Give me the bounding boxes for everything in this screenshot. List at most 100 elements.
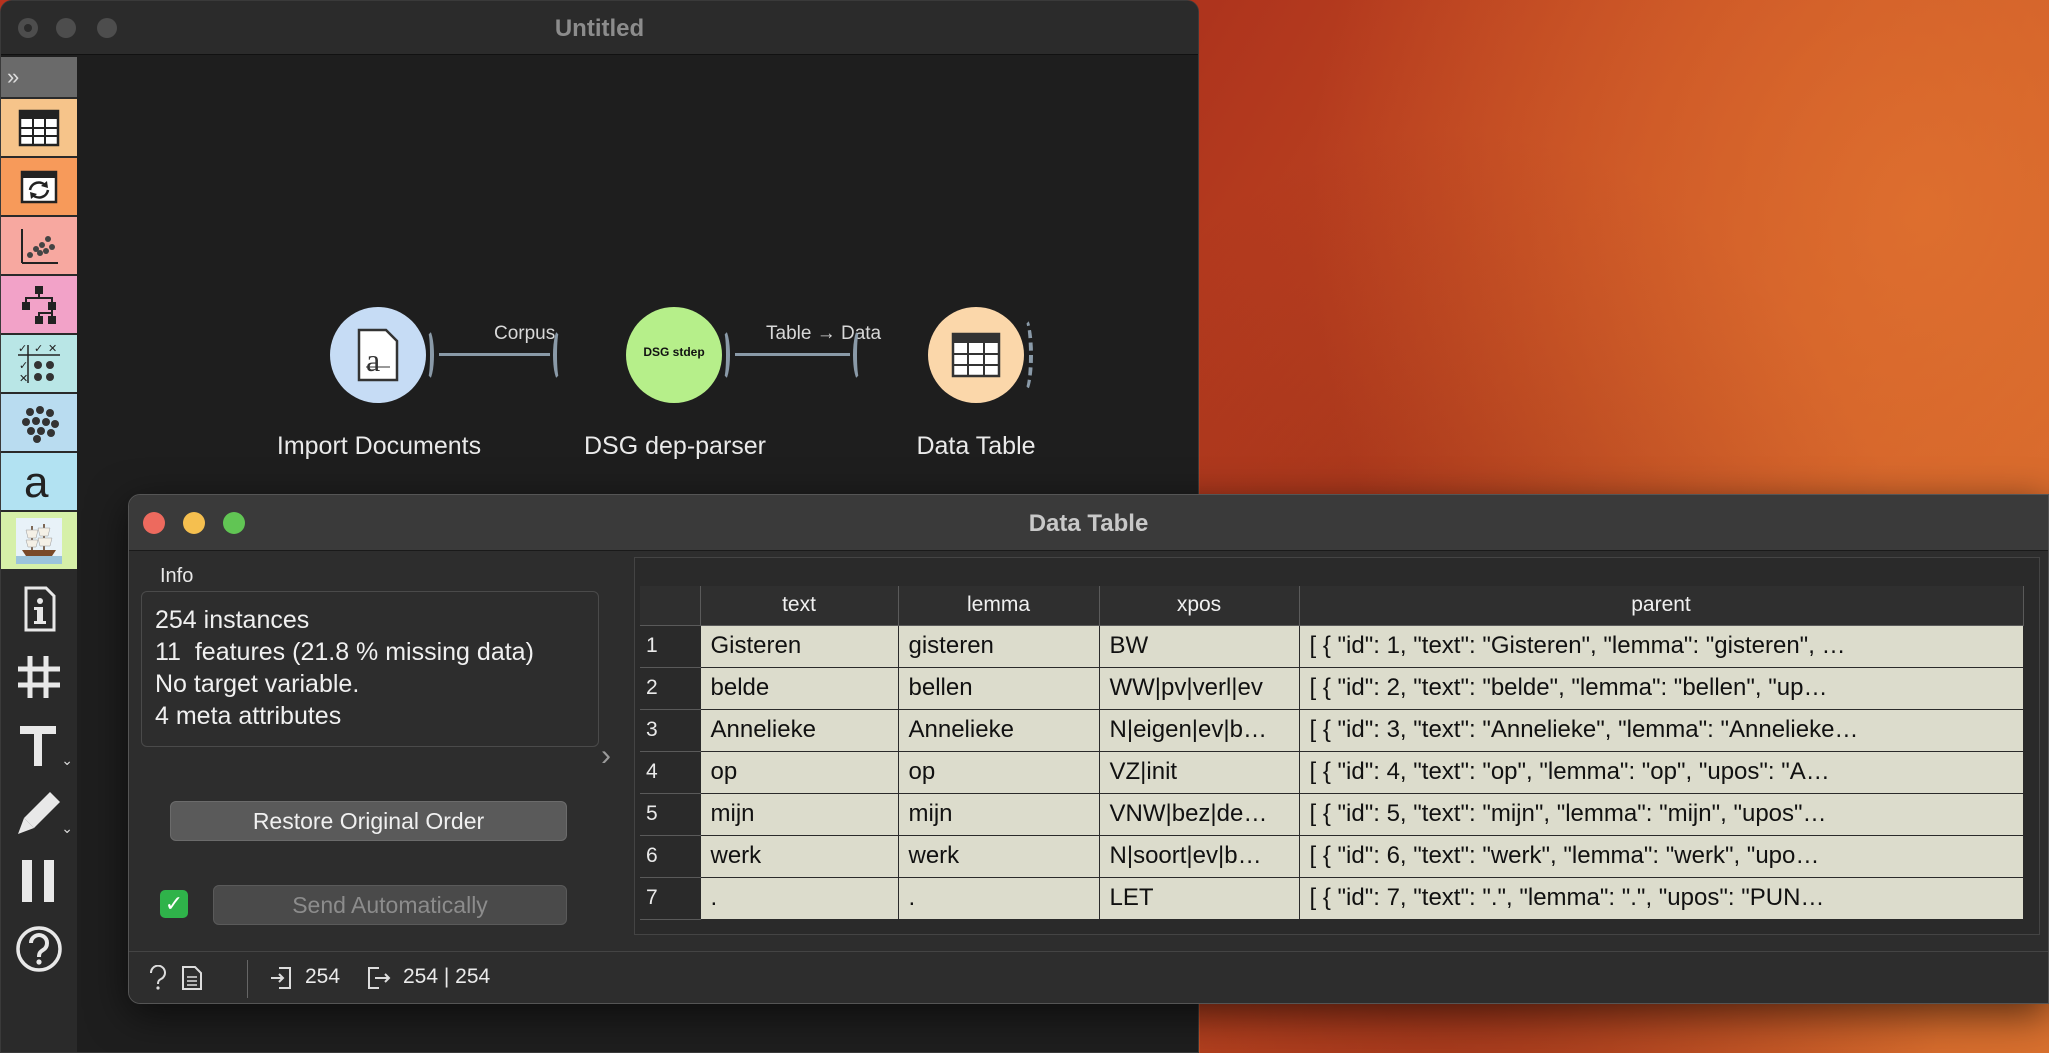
category-custom[interactable] [1, 512, 77, 569]
table-row[interactable]: 3 Annelieke Annelieke N|eigen|ev|b…[ { "id"… [640, 708, 2024, 752]
table-cell-lemma[interactable]: gisteren [897, 624, 1100, 668]
category-text-mining[interactable]: a [1, 453, 77, 510]
output-anchor[interactable] [718, 329, 730, 381]
row-header[interactable]: 4 [640, 751, 700, 794]
row-header[interactable]: 1 [640, 625, 700, 668]
data-table-window: Data Table Info 254 instances 11 feature… [128, 494, 2049, 1004]
status-divider [247, 960, 248, 998]
table-cell-parent[interactable]: [ { "id": 3, "text": "Annelieke", "lemma… [1298, 708, 2024, 752]
category-data[interactable] [1, 99, 77, 156]
table-cell-parent[interactable]: [ { "id": 5, "text": "mijn", "lemma": "m… [1298, 792, 2024, 836]
input-anchor[interactable] [853, 329, 865, 381]
info-line-meta: 4 meta attributes [155, 702, 342, 730]
row-header[interactable]: 7 [640, 877, 700, 920]
pause-button[interactable] [1, 847, 77, 915]
table-cell-text[interactable]: werk [699, 834, 899, 878]
node-data-table[interactable] [928, 307, 1024, 403]
output-anchor[interactable] [1017, 317, 1033, 393]
table-cell-parent[interactable]: [ { "id": 7, "text": ".", "lemma": ".", … [1298, 876, 2024, 920]
table-cell-lemma[interactable]: op [897, 750, 1100, 794]
table-cell-lemma[interactable]: mijn [897, 792, 1100, 836]
table-cell-parent[interactable]: [ { "id": 2, "text": "belde", "lemma": "… [1298, 666, 2024, 710]
table-cell-lemma[interactable]: werk [897, 834, 1100, 878]
table-cell-text[interactable]: Annelieke [699, 708, 899, 752]
text-a-icon: a [24, 459, 49, 505]
table-cell-text[interactable]: op [699, 750, 899, 794]
data-table-view[interactable]: text lemma xpos parent 1 Gisteren gisteren… [640, 586, 2035, 929]
table-cell-text[interactable]: mijn [699, 792, 899, 836]
table-cell-lemma[interactable]: bellen [897, 666, 1100, 710]
table-row[interactable]: 4 op op VZ|init[ { "id": 4, "text": "op", "… [640, 750, 2024, 794]
link-table-data[interactable] [735, 353, 850, 356]
category-unsupervised[interactable] [1, 394, 77, 451]
corner-header[interactable] [640, 586, 701, 626]
node-import-documents[interactable]: a [330, 307, 426, 403]
report-icon[interactable] [181, 965, 203, 997]
data-table-titlebar: Data Table [129, 495, 2048, 551]
row-header[interactable]: 3 [640, 709, 700, 752]
table-cell-xpos[interactable]: LET [1098, 876, 1300, 920]
arrow-annotation-tool[interactable]: ⌄ [1, 779, 77, 847]
link-corpus[interactable] [439, 353, 550, 356]
input-anchor[interactable] [553, 329, 565, 381]
category-transform[interactable] [1, 158, 77, 215]
column-header-xpos[interactable]: xpos [1098, 586, 1300, 626]
table-cell-xpos[interactable]: VNW|bez|de… [1098, 792, 1300, 836]
pause-icon [22, 860, 54, 902]
grid-tool[interactable] [1, 643, 77, 711]
document-a-icon: a [357, 328, 399, 382]
text-annotation-tool[interactable]: ⌄ [1, 711, 77, 779]
table-cell-lemma[interactable]: Annelieke [897, 708, 1100, 752]
column-header-parent[interactable]: parent [1298, 586, 2024, 626]
send-automatically-button[interactable]: Send Automatically [213, 885, 567, 925]
help-icon[interactable] [147, 964, 169, 997]
table-row[interactable]: 7.. LET[ { "id": 7, "text": ".", "lemma":… [640, 876, 2024, 920]
expand-toolbox-button[interactable]: » [1, 57, 77, 97]
table-cell-parent[interactable]: [ { "id": 1, "text": "Gisteren", "lemma"… [1298, 624, 2024, 668]
chevron-down-icon[interactable]: ⌄ [61, 752, 73, 769]
window-title: Untitled [554, 15, 645, 42]
info-line-instances: 254 instances [155, 606, 310, 634]
category-evaluate[interactable]: ✓ ✓ ✕ ✓ ✕ [1, 335, 77, 392]
pen-icon [18, 792, 60, 834]
node-label-data-table: Data Table [916, 432, 1036, 460]
category-model[interactable] [1, 276, 77, 333]
table-row[interactable]: 2 belde bellen WW|pv|verl|ev[ { "id": 2, "t… [640, 666, 2024, 710]
column-header-text[interactable]: text [699, 586, 899, 626]
send-automatically-checkbox[interactable]: ✓ [160, 890, 188, 918]
node-dsg-dep-parser[interactable]: DSG stdep [626, 307, 722, 403]
svg-text:✓: ✓ [34, 343, 43, 355]
table-cell-text[interactable]: belde [699, 666, 899, 710]
chevron-right-icon[interactable]: › [601, 739, 611, 773]
table-cell-parent[interactable]: [ { "id": 6, "text": "werk", "lemma": "w… [1298, 834, 2024, 878]
row-header[interactable]: 6 [640, 835, 700, 878]
row-header[interactable]: 2 [640, 667, 700, 710]
node-label-dsg-dep-parser: DSG dep-parser [583, 432, 767, 460]
svg-text:✕: ✕ [48, 343, 57, 355]
table-cell-xpos[interactable]: BW [1098, 624, 1300, 668]
help-button[interactable] [1, 915, 77, 983]
table-cell-lemma[interactable]: . [897, 876, 1100, 920]
widget-info-tool[interactable] [1, 575, 77, 643]
table-row[interactable]: 1 Gisteren gisteren BW[ { "id": 1, "text": … [640, 624, 2024, 668]
table-row[interactable]: 5 mijn mijn VNW|bez|de…[ { "id": 5, "text":… [640, 792, 2024, 836]
table-grid-icon [951, 332, 1001, 378]
table-cell-xpos[interactable]: N|soort|ev|b… [1098, 834, 1300, 878]
table-cell-xpos[interactable]: VZ|init [1098, 750, 1300, 794]
table-cell-parent[interactable]: [ { "id": 4, "text": "op", "lemma": "op"… [1298, 750, 2024, 794]
info-box: 254 instances 11 features (21.8 % missin… [141, 591, 599, 747]
status-bar: 254 254 | 254 [129, 951, 2048, 1003]
svg-text:a: a [24, 459, 49, 505]
row-header[interactable]: 5 [640, 793, 700, 836]
column-header-lemma[interactable]: lemma [897, 586, 1100, 626]
table-grid-icon [18, 109, 60, 146]
category-visualize[interactable] [1, 217, 77, 274]
table-cell-xpos[interactable]: WW|pv|verl|ev [1098, 666, 1300, 710]
table-cell-text[interactable]: Gisteren [699, 624, 899, 668]
table-cell-text[interactable]: . [699, 876, 899, 920]
restore-original-order-button[interactable]: Restore Original Order [170, 801, 567, 841]
table-row[interactable]: 6 werk werk N|soort|ev|b…[ { "id": 6, "text… [640, 834, 2024, 878]
output-anchor[interactable] [422, 329, 434, 381]
table-cell-xpos[interactable]: N|eigen|ev|b… [1098, 708, 1300, 752]
chevron-down-icon[interactable]: ⌄ [61, 820, 73, 837]
